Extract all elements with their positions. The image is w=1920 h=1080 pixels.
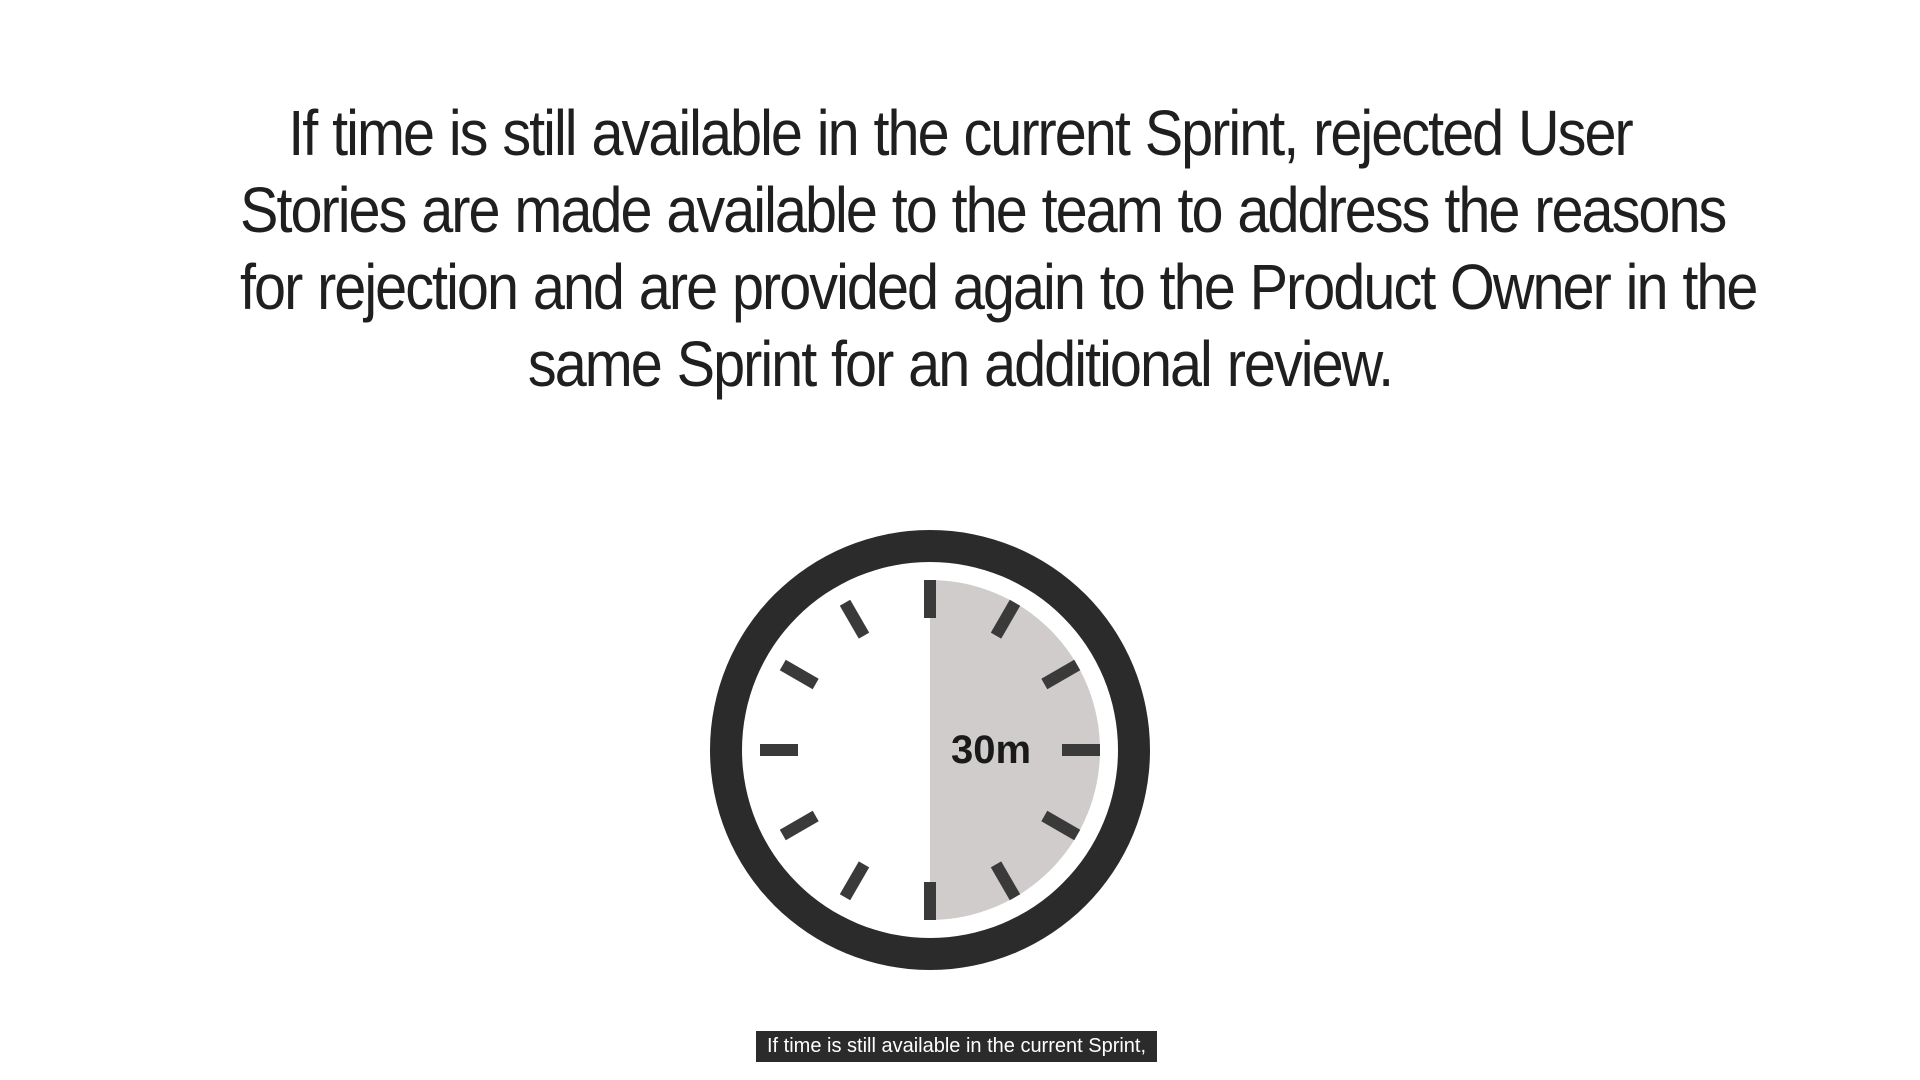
slide-headline: If time is still available in the curren… bbox=[240, 95, 1758, 403]
video-frame: If time is still available in the curren… bbox=[0, 0, 1920, 1080]
timer-label: 30m bbox=[951, 728, 1031, 772]
timer-clock-icon: 30m bbox=[710, 530, 1150, 970]
headline-line: Stories are made available to the team t… bbox=[240, 174, 1727, 246]
headline-line: same Sprint for an additional review. bbox=[527, 328, 1394, 400]
headline-line: If time is still available in the curren… bbox=[288, 97, 1633, 169]
headline-line: for rejection and are provided again to … bbox=[240, 251, 1758, 323]
timer-clock-graphic: 30m bbox=[710, 530, 1150, 970]
subtitle-caption: If time is still available in the curren… bbox=[756, 1031, 1158, 1062]
